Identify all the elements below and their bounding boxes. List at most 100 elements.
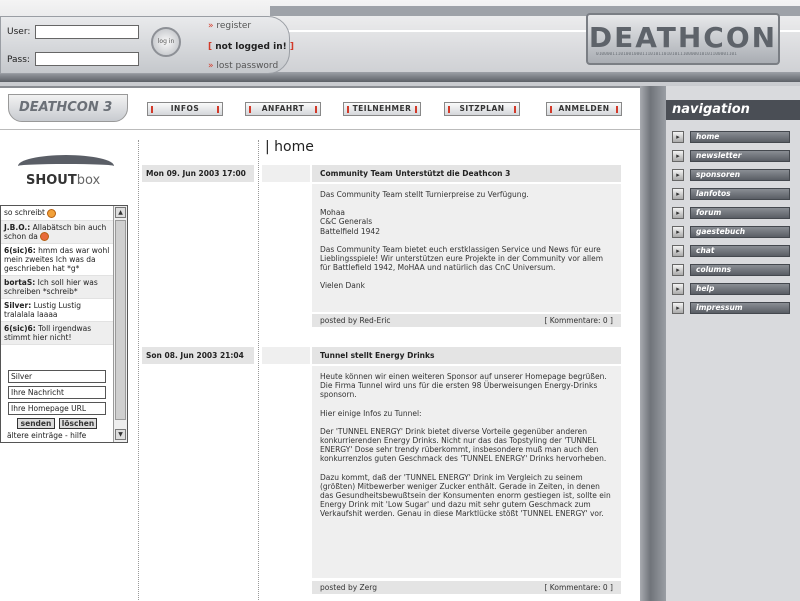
nav-item-label: impressum [690,302,790,314]
older-entries-link[interactable]: ältere einträge - hilfe [7,431,86,440]
site-badge[interactable]: DEATHCON 3 [8,94,128,122]
user-label: User: [7,27,31,37]
scroll-thumb[interactable] [115,220,126,420]
shoutbox-logo-bold: SHOUT [26,173,77,188]
shout-author: 6(sic)6: [4,246,36,255]
register-link[interactable]: » register [208,21,251,31]
news-date: Son 08. Jun 2003 21:04 [142,347,254,364]
site-badge-text: DEATHCON 3 [19,100,113,115]
page: User: Pass: log in » register [ not logg… [0,0,800,601]
arrow-right-icon: ▸ [672,226,684,238]
news-title[interactable]: Community Team Unterstützt die Deathcon … [312,165,621,182]
nav-item-label: lanfotos [690,188,790,200]
news-comments-link[interactable]: [ Kommentare: 0 ] [545,581,614,594]
nav-item-label: newsletter [690,150,790,162]
nav-item-forum[interactable]: ▸ forum [672,207,792,220]
password-input[interactable] [35,52,139,66]
top-navbar: DEATHCON 3 INFOS ANFAHRT TEILNEHMER SITZ… [0,90,640,130]
shout-text: so schreibt [4,208,45,217]
nav-item-newsletter[interactable]: ▸ newsletter [672,150,792,163]
news-paragraph: Mohaa C&C Generals Battelfield 1942 [320,208,380,236]
shout-name-input[interactable]: Silver [8,370,106,383]
nav-item-label: gaestebuch [690,226,790,238]
nav-button-infos[interactable]: INFOS [147,102,223,116]
nav-item-label: chat [690,245,790,257]
shout-entry: bortaS: Ich soll hier was schreiben *sch… [1,276,113,299]
nav-item-impressum[interactable]: ▸ impressum [672,302,792,315]
lost-password-link-label: lost password [216,61,279,71]
smiley-icon [47,208,57,218]
nav-item-columns[interactable]: ▸ columns [672,264,792,277]
nav-item-help[interactable]: ▸ help [672,283,792,296]
pass-label: Pass: [7,55,30,65]
nav-item-lanfotos[interactable]: ▸ lanfotos [672,188,792,201]
scroll-up-icon[interactable]: ▲ [115,207,126,218]
nav-item-home[interactable]: ▸ home [672,131,792,144]
news-footer: posted by Zerg [ Kommentare: 0 ] [312,581,621,594]
news-author: posted by Zerg [320,583,378,592]
arrow-right-icon: ▸ [672,264,684,276]
shout-send-button[interactable]: senden [17,418,55,429]
news-paragraph: Hier einige Infos zu Tunnel: [320,408,422,418]
navigation-heading-text: navigation [672,102,750,117]
arrow-right-icon: ▸ [672,245,684,257]
nav-item-label: sponsoren [690,169,790,181]
news-paragraph: Dazu kommt, daß der 'TUNNEL ENERGY' Drin… [320,472,611,519]
arrow-right-icon: ▸ [672,131,684,143]
shout-list: so schreibt J.B.O.: Allabätsch bin auch … [1,206,113,366]
shout-author: 6(sic)6: [4,324,36,333]
news-footer: posted by Red-Eric [ Kommentare: 0 ] [312,314,621,327]
arrow-right-icon: ▸ [672,188,684,200]
nav-button-anmelden[interactable]: ANMELDEN [546,102,622,116]
login-status: [ not logged in! ] [208,42,294,52]
news-paragraph: Das Community Team bietet euch erstklass… [320,244,604,273]
news-body: Heute können wir einen weiteren Sponsor … [312,366,621,578]
shout-entry: 6(sic)6: hmm das war wohl mein zweites I… [1,244,113,276]
nav-button-teilnehmer[interactable]: TEILNEHMER [343,102,421,116]
shout-delete-button[interactable]: löschen [59,418,97,429]
news-header-spacer [262,347,310,364]
arrow-right-icon: ▸ [672,150,684,162]
login-button[interactable]: log in [151,27,181,57]
right-navigation-panel [666,86,800,601]
news-author: posted by Red-Eric [320,316,391,325]
news-title[interactable]: Tunnel stellt Energy Drinks [312,347,621,364]
navigation-heading: navigation [666,100,800,120]
column-divider [258,140,259,600]
right-divider-stripe [640,86,666,601]
nav-item-label: forum [690,207,790,219]
nav-item-label: columns [690,264,790,276]
page-title: | home [265,139,314,155]
shout-homepage-input[interactable]: Ihre Homepage URL [8,402,106,415]
shout-author: Silver: [4,301,32,310]
shout-entry: 6(sic)6: Toll irgendwas stimmt hier nich… [1,322,113,345]
nav-item-chat[interactable]: ▸ chat [672,245,792,258]
smiley-icon [40,232,50,241]
news-paragraph: Der 'TUNNEL ENERGY' Drink bietet diverse… [320,426,607,464]
shout-author: bortaS: [4,278,36,287]
shoutbox-scrollbar[interactable]: ▲ ▼ [113,206,127,442]
news-paragraph: Heute können wir einen weiteren Sponsor … [320,372,607,400]
nav-item-gaestebuch[interactable]: ▸ gaestebuch [672,226,792,239]
shout-entry: J.B.O.: Allabätsch bin auch schon da [1,220,113,244]
nav-button-anfahrt[interactable]: ANFAHRT [245,102,321,116]
news-comments-link[interactable]: [ Kommentare: 0 ] [545,314,614,327]
nav-button-sitzplan[interactable]: SITZPLAN [444,102,520,116]
news-date: Mon 09. Jun 2003 17:00 [142,165,254,182]
column-divider [138,140,139,600]
logo-text: DEATHCON [588,21,778,54]
deathcon-logo: DEATHCON 0100001110100100011101011010101… [586,13,780,65]
header: User: Pass: log in » register [ not logg… [0,0,800,88]
arrow-right-icon: ▸ [672,302,684,314]
shout-entry: Silver: Lustig Lustig tralalala laaaa [1,299,113,322]
register-link-label: register [216,21,252,31]
user-input[interactable] [35,25,139,39]
logo-binary-strip: 0100001110100100011101011010101110000010… [596,52,737,57]
nav-item-sponsoren[interactable]: ▸ sponsoren [672,169,792,182]
news-paragraph: Vielen Dank [320,281,365,291]
scroll-down-icon[interactable]: ▼ [115,429,126,440]
lost-password-link[interactable]: » lost password [208,61,278,71]
shout-message-input[interactable]: Ihre Nachricht [8,386,106,399]
nav-item-label: help [690,283,790,295]
shout-entry: so schreibt [1,206,113,221]
